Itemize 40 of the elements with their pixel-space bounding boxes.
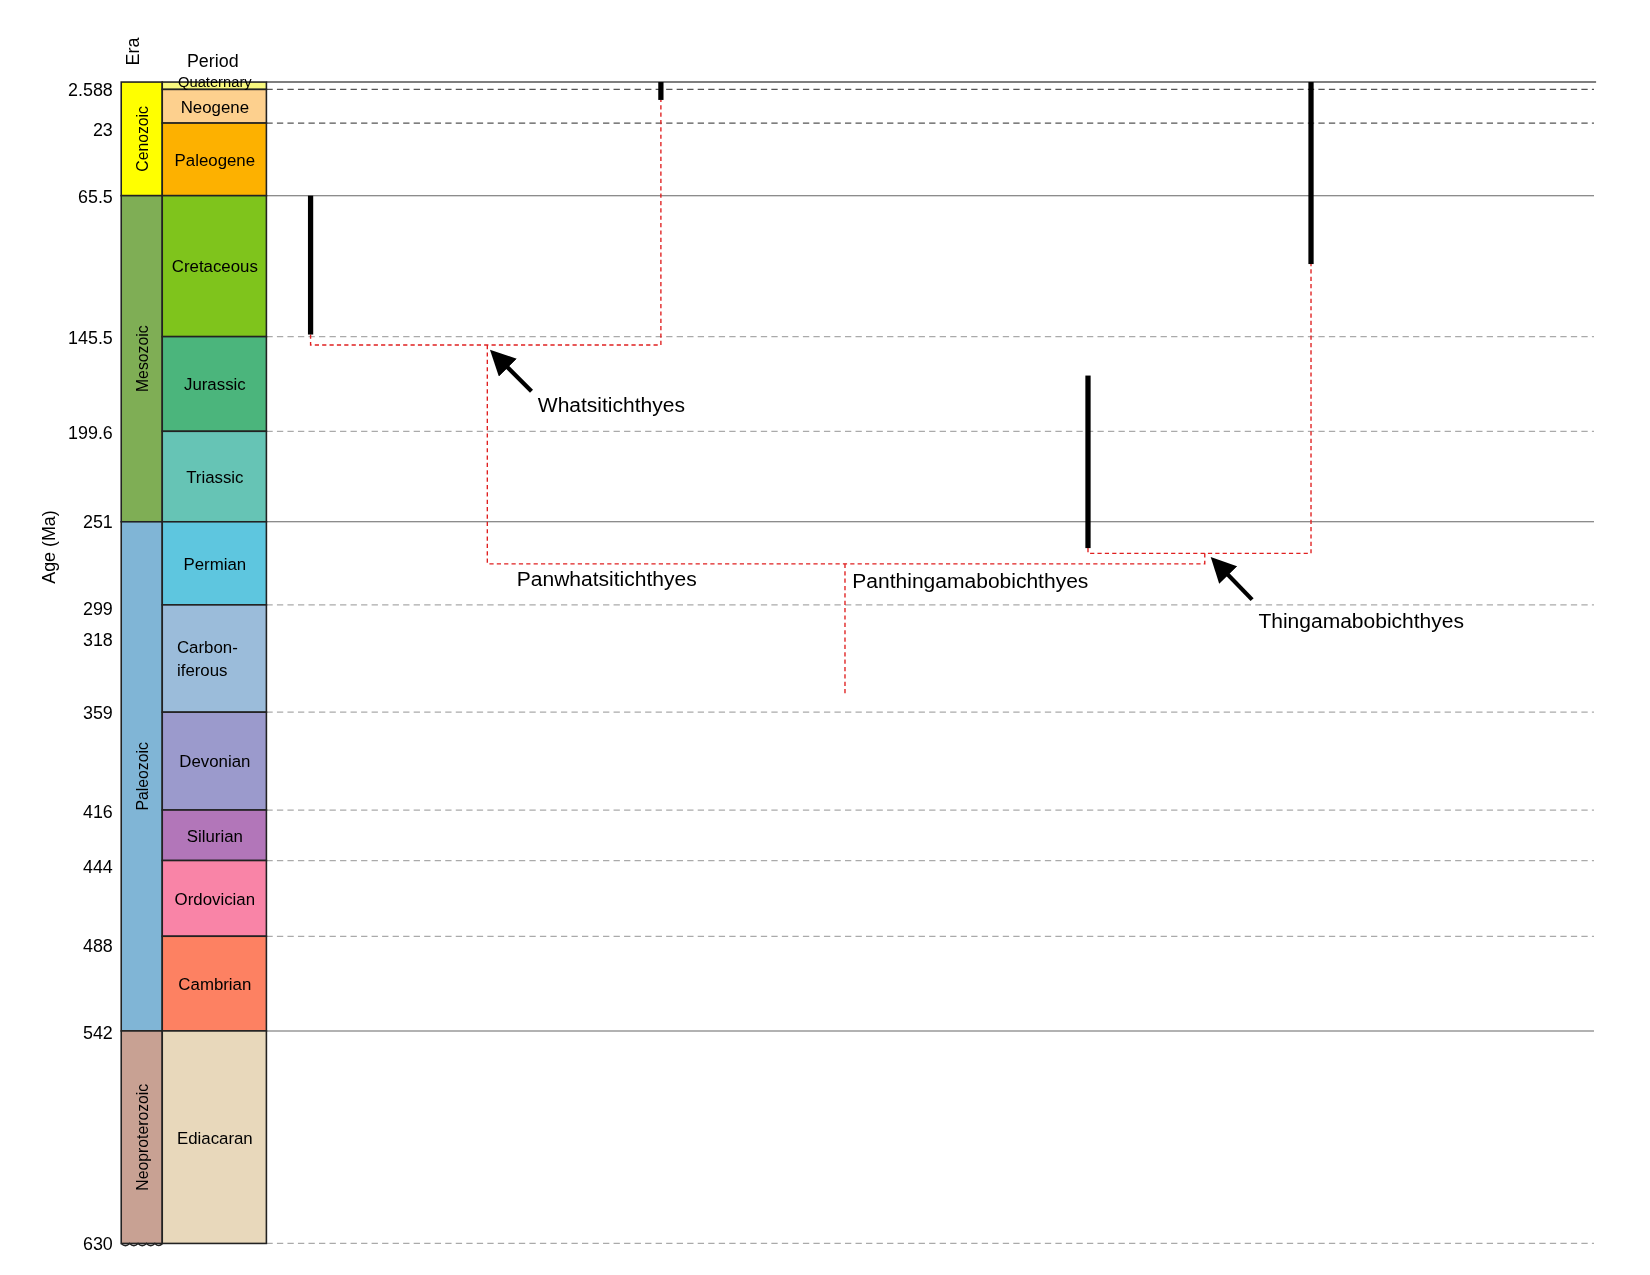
era-label: Cenozoic bbox=[133, 106, 151, 172]
age-label: 65.5 bbox=[78, 187, 113, 208]
period-label: Paleogene bbox=[174, 150, 256, 170]
arrow bbox=[489, 349, 533, 393]
age-label: 444 bbox=[83, 857, 113, 878]
clade-label: Panwhatsitichthyes bbox=[516, 566, 697, 590]
arrow bbox=[1210, 556, 1254, 602]
clade-label: Whatsitichthyes bbox=[537, 393, 685, 417]
period-label: Triassic bbox=[186, 467, 244, 487]
age-label: 542 bbox=[83, 1023, 113, 1044]
period-label: Cambrian bbox=[178, 974, 252, 994]
era-label: Neoproterozoic bbox=[133, 1083, 151, 1191]
period-label: Silurian bbox=[186, 826, 243, 846]
period-label: Ediacaran bbox=[176, 1128, 253, 1148]
axis-title: Age (Ma) bbox=[38, 510, 59, 584]
age-label: 416 bbox=[83, 802, 113, 823]
era-label: Paleozoic bbox=[133, 742, 151, 811]
period-label: Carbon- iferous bbox=[177, 638, 238, 681]
period-label: Cretaceous bbox=[171, 257, 258, 277]
age-label: 488 bbox=[83, 936, 113, 957]
wavy-edge-icon bbox=[120, 1242, 164, 1247]
age-label: 145.5 bbox=[68, 328, 113, 348]
era-label: Mesozoic bbox=[133, 325, 151, 392]
age-label: 630 bbox=[83, 1233, 113, 1254]
age-label: 23 bbox=[92, 119, 113, 140]
period-heading: Period bbox=[186, 51, 239, 72]
era-heading: Era bbox=[123, 37, 144, 66]
age-label: 318 bbox=[83, 629, 113, 650]
age-label: 2.588 bbox=[68, 79, 113, 100]
age-label: 359 bbox=[83, 702, 113, 723]
age-label: 251 bbox=[83, 512, 113, 533]
period-label: Neogene bbox=[180, 97, 249, 117]
clade-label: Panthingamabobichthyes bbox=[852, 569, 1089, 593]
age-label: 299 bbox=[83, 599, 113, 620]
clade-label: Thingamabobichthyes bbox=[1258, 609, 1465, 633]
period-label: Jurassic bbox=[184, 375, 246, 395]
period-label: Ordovician bbox=[174, 889, 256, 909]
period-label: Devonian bbox=[179, 752, 251, 772]
age-label: 199.6 bbox=[68, 422, 113, 443]
period-label: Permian bbox=[183, 554, 247, 574]
